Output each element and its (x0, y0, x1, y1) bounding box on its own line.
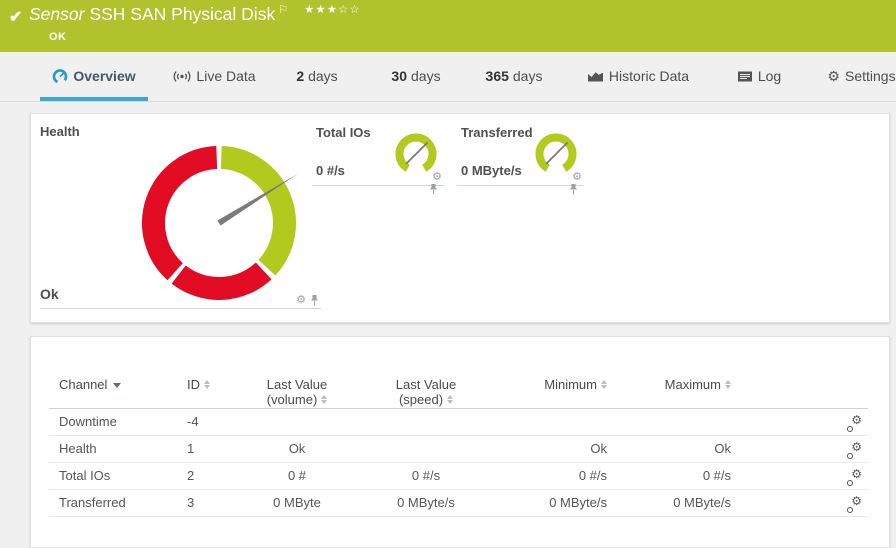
column-header-maximum[interactable]: Maximum (631, 377, 731, 392)
tab-label: days (512, 68, 543, 84)
pin-icon[interactable] (310, 295, 319, 306)
health-gauge-value: Ok (40, 286, 59, 302)
sensor-type-label: Sensor (29, 4, 85, 24)
priority-stars[interactable]: ★★★☆☆ (304, 4, 361, 16)
transferred-gauge-value: 0 MByte/s (461, 163, 522, 178)
channel-table-header: Channel ID Last Value (volume) Last Valu… (49, 371, 868, 409)
channel-settings-icon[interactable]: ⚙ (846, 495, 862, 513)
tab-30-days[interactable]: 30 days (386, 52, 446, 100)
column-header-channel[interactable]: Channel (59, 377, 179, 392)
tab-label: Settings (844, 68, 896, 84)
sensor-titlebar: ✔ Sensor SSH SAN Physical Disk ⚐ ★★★☆☆ OK (0, 0, 896, 52)
column-header-id[interactable]: ID (187, 377, 231, 392)
sort-icon (725, 378, 731, 391)
tab-historic-data[interactable]: Historic Data (585, 52, 691, 100)
sort-icon (601, 378, 607, 391)
flag-icon[interactable]: ⚐ (278, 4, 288, 16)
column-header-minimum[interactable]: Minimum (507, 377, 607, 392)
sensor-title: Sensor SSH SAN Physical Disk ⚐ ★★★☆☆ (29, 4, 361, 25)
tab-label: Overview (73, 68, 136, 84)
tab-live-data[interactable]: Live Data (172, 52, 257, 100)
active-tab-indicator (40, 97, 148, 101)
sort-desc-icon (113, 383, 122, 389)
pin-icon[interactable] (569, 184, 578, 195)
status-check-icon: ✔ (9, 9, 23, 26)
gauge-settings-gear-icon[interactable]: ⚙ (572, 172, 582, 183)
health-gauge-title: Health (40, 124, 80, 139)
health-gauge-footer: Ok ⚙ (40, 284, 321, 309)
transferred-gauge-title: Transferred (461, 125, 533, 140)
broadcast-icon (174, 70, 191, 82)
sort-icon (447, 393, 454, 406)
pin-icon[interactable] (429, 184, 438, 195)
gear-icon: ⚙ (827, 68, 840, 84)
table-row-transferred[interactable]: Transferred 3 0 MByte 0 MByte/s 0 MByte/… (49, 489, 868, 517)
channel-table-panel: Channel ID Last Value (volume) Last Valu… (30, 336, 890, 548)
gauge-icon (53, 69, 68, 84)
tab-overview[interactable]: Overview (40, 52, 148, 100)
tab-label: Live Data (196, 68, 256, 84)
channel-settings-icon[interactable]: ⚙ (846, 414, 862, 432)
tab-label: days (308, 68, 338, 84)
table-row-health[interactable]: Health 1 Ok Ok Ok ⚙ (49, 435, 868, 463)
gauge-settings-gear-icon[interactable]: ⚙ (432, 172, 442, 183)
area-chart-icon (587, 72, 603, 82)
total-ios-gauge-cell: Total IOs 0 #/s ⚙ (312, 119, 444, 195)
total-ios-gauge-value: 0 #/s (316, 163, 345, 178)
channel-settings-icon[interactable]: ⚙ (846, 468, 862, 486)
log-icon (737, 71, 752, 81)
tab-2-days[interactable]: 2 days (292, 52, 342, 100)
column-header-last-value-volume[interactable]: Last Value (volume) (247, 377, 347, 407)
column-header-last-value-speed[interactable]: Last Value (speed) (376, 377, 476, 407)
total-ios-gauge-title: Total IOs (316, 125, 371, 140)
overview-gauges-panel: Health Ok ⚙ Total IOs 0 #/s ⚙ Transferre… (30, 113, 890, 323)
table-row-downtime[interactable]: Downtime -4 ⚙ (49, 408, 868, 436)
sensor-name: SSH SAN Physical Disk (89, 4, 276, 24)
gauge-settings-gear-icon[interactable]: ⚙ (296, 295, 306, 306)
tab-365-days[interactable]: 365 days (478, 52, 550, 100)
tab-log[interactable]: Log (735, 52, 783, 100)
tab-label: Historic Data (608, 68, 690, 84)
transferred-gauge-cell: Transferred 0 MByte/s ⚙ (457, 119, 584, 195)
table-row-total-ios[interactable]: Total IOs 2 0 # 0 #/s 0 #/s 0 #/s ⚙ (49, 462, 868, 490)
sensor-status-badge: OK (49, 31, 67, 43)
tab-label: Log (757, 68, 782, 84)
tab-bar: Overview Live Data 2 days 30 days 365 days … (0, 52, 896, 102)
sort-icon (204, 378, 210, 391)
tab-label: days (411, 68, 441, 84)
sort-icon (321, 393, 328, 406)
tab-settings[interactable]: ⚙ Settings (827, 52, 896, 100)
channel-settings-icon[interactable]: ⚙ (846, 441, 862, 459)
